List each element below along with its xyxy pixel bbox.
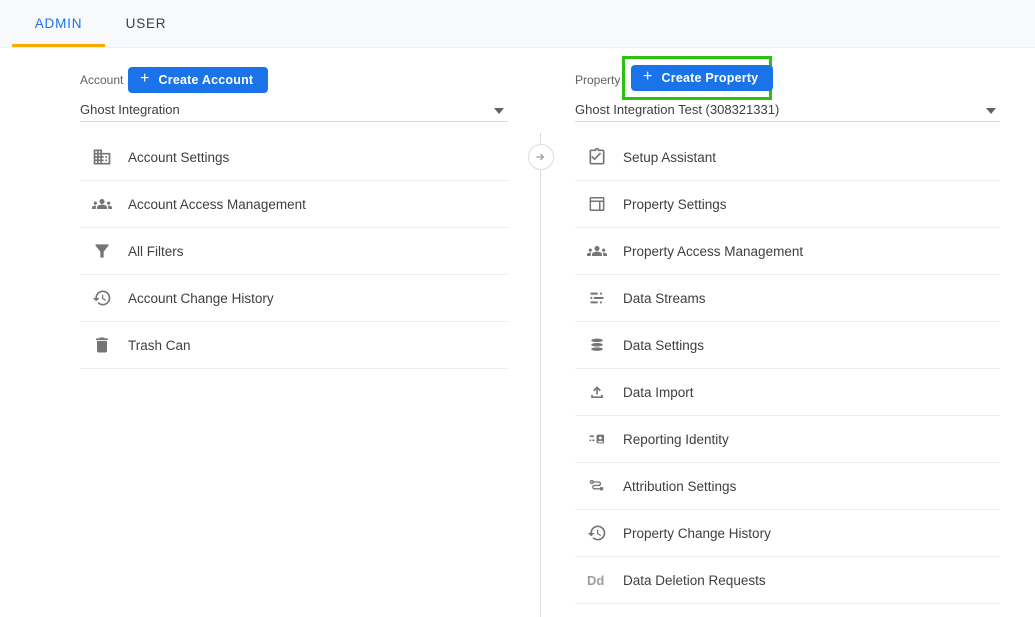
database-icon [587,335,607,355]
menu-item-label: Property Settings [623,197,727,212]
dd-text-icon: Dd [587,573,611,588]
filter-icon [92,241,112,261]
create-property-button[interactable]: + Create Property [631,65,773,91]
menu-item-label: Account Access Management [128,197,306,212]
menu-item-data-streams[interactable]: Data Streams [575,275,1000,322]
window-panes-icon [587,194,607,214]
property-selector-value: Ghost Integration Test (308321331) [575,102,779,117]
attribution-path-icon [587,476,607,496]
history-icon [587,523,607,543]
arrow-right-icon [533,149,549,165]
menu-item-account-settings[interactable]: Account Settings [80,134,508,181]
menu-item-property-access-management[interactable]: Property Access Management [575,228,1000,275]
menu-item-label: Trash Can [128,338,191,353]
menu-item-data-deletion-requests[interactable]: Dd Data Deletion Requests [575,557,1000,604]
account-selector[interactable]: Ghost Integration [80,97,508,122]
menu-item-label: Property Change History [623,526,771,541]
menu-item-label: All Filters [128,244,184,259]
property-selector[interactable]: Ghost Integration Test (308321331) [575,97,1000,122]
menu-item-data-settings[interactable]: Data Settings [575,322,1000,369]
menu-item-label: Setup Assistant [623,150,716,165]
menu-item-all-filters[interactable]: All Filters [80,228,508,275]
people-icon [92,194,112,214]
tab-user[interactable]: USER [105,0,187,47]
data-streams-icon [587,288,607,308]
people-icon [587,241,607,261]
identity-card-icon [587,429,607,449]
menu-item-label: Reporting Identity [623,432,729,447]
tab-admin[interactable]: ADMIN [12,0,105,47]
menu-item-attribution-settings[interactable]: Attribution Settings [575,463,1000,510]
menu-item-account-change-history[interactable]: Account Change History [80,275,508,322]
menu-item-trash-can[interactable]: Trash Can [80,322,508,369]
tab-admin-label: ADMIN [35,16,83,31]
upload-icon [587,382,607,402]
menu-item-label: Data Import [623,385,694,400]
account-menu: Account Settings Account Access Manageme… [80,134,508,369]
menu-item-label: Property Access Management [623,244,803,259]
menu-item-property-change-history[interactable]: Property Change History [575,510,1000,557]
plus-icon: + [643,69,653,85]
chevron-down-icon [986,102,996,117]
chevron-down-icon [494,102,504,117]
admin-tab-bar: ADMIN USER [0,0,1035,48]
active-tab-underline [12,44,105,47]
building-icon [92,147,112,167]
menu-item-label: Account Settings [128,150,229,165]
tab-user-label: USER [126,16,167,31]
menu-item-label: Data Deletion Requests [623,573,766,588]
collapse-column-button[interactable] [528,144,554,170]
column-divider [540,133,541,617]
menu-item-data-import[interactable]: Data Import [575,369,1000,416]
account-selector-value: Ghost Integration [80,102,180,117]
history-icon [92,288,112,308]
property-menu: Setup Assistant Property Settings Proper… [575,134,1000,604]
plus-icon: + [140,71,150,87]
menu-item-label: Attribution Settings [623,479,736,494]
menu-item-label: Data Settings [623,338,704,353]
property-section-label: Property [575,73,620,87]
create-account-label: Create Account [159,73,254,87]
menu-item-label: Data Streams [623,291,706,306]
menu-item-setup-assistant[interactable]: Setup Assistant [575,134,1000,181]
trash-icon [92,335,112,355]
create-account-button[interactable]: + Create Account [128,67,268,93]
menu-item-label: Account Change History [128,291,274,306]
menu-item-property-settings[interactable]: Property Settings [575,181,1000,228]
menu-item-reporting-identity[interactable]: Reporting Identity [575,416,1000,463]
account-section-label: Account [80,73,123,87]
clipboard-check-icon [587,147,607,167]
menu-item-account-access-management[interactable]: Account Access Management [80,181,508,228]
create-property-label: Create Property [662,71,759,85]
